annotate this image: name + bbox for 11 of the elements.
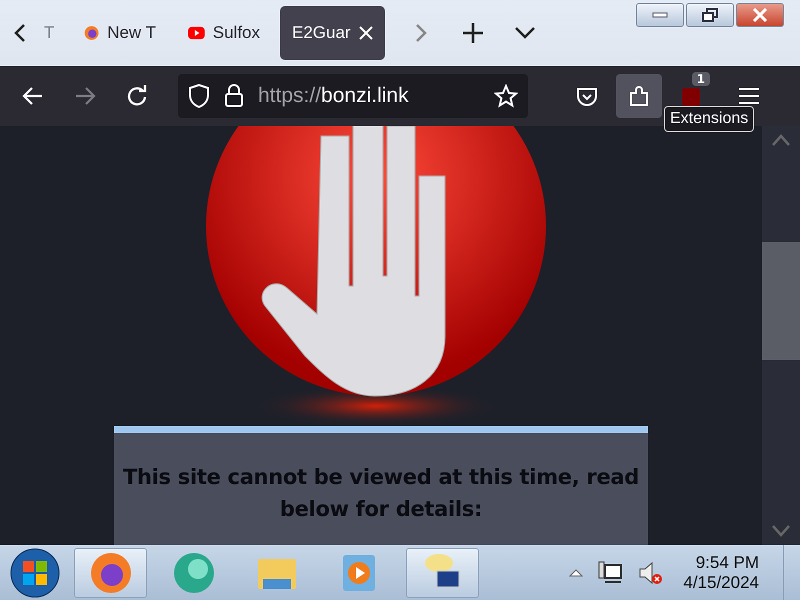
clock-time: 9:54 PM	[696, 552, 759, 572]
browser-tab[interactable]: E2Guar	[280, 6, 385, 60]
tooltip: Extensions	[664, 106, 754, 132]
url-text: https://bonzi.link	[258, 84, 410, 108]
address-bar[interactable]: https://bonzi.link	[178, 74, 528, 118]
clock-date: 4/15/2024	[683, 572, 759, 592]
clock[interactable]: 9:54 PM 4/15/2024	[683, 552, 759, 592]
block-message: This site cannot be viewed at this time, read below for details:	[122, 464, 640, 523]
badge-count: 1	[692, 72, 710, 86]
browser-tab[interactable]: New T	[72, 6, 168, 60]
browser-tab[interactable]: Sulfox	[176, 6, 272, 60]
